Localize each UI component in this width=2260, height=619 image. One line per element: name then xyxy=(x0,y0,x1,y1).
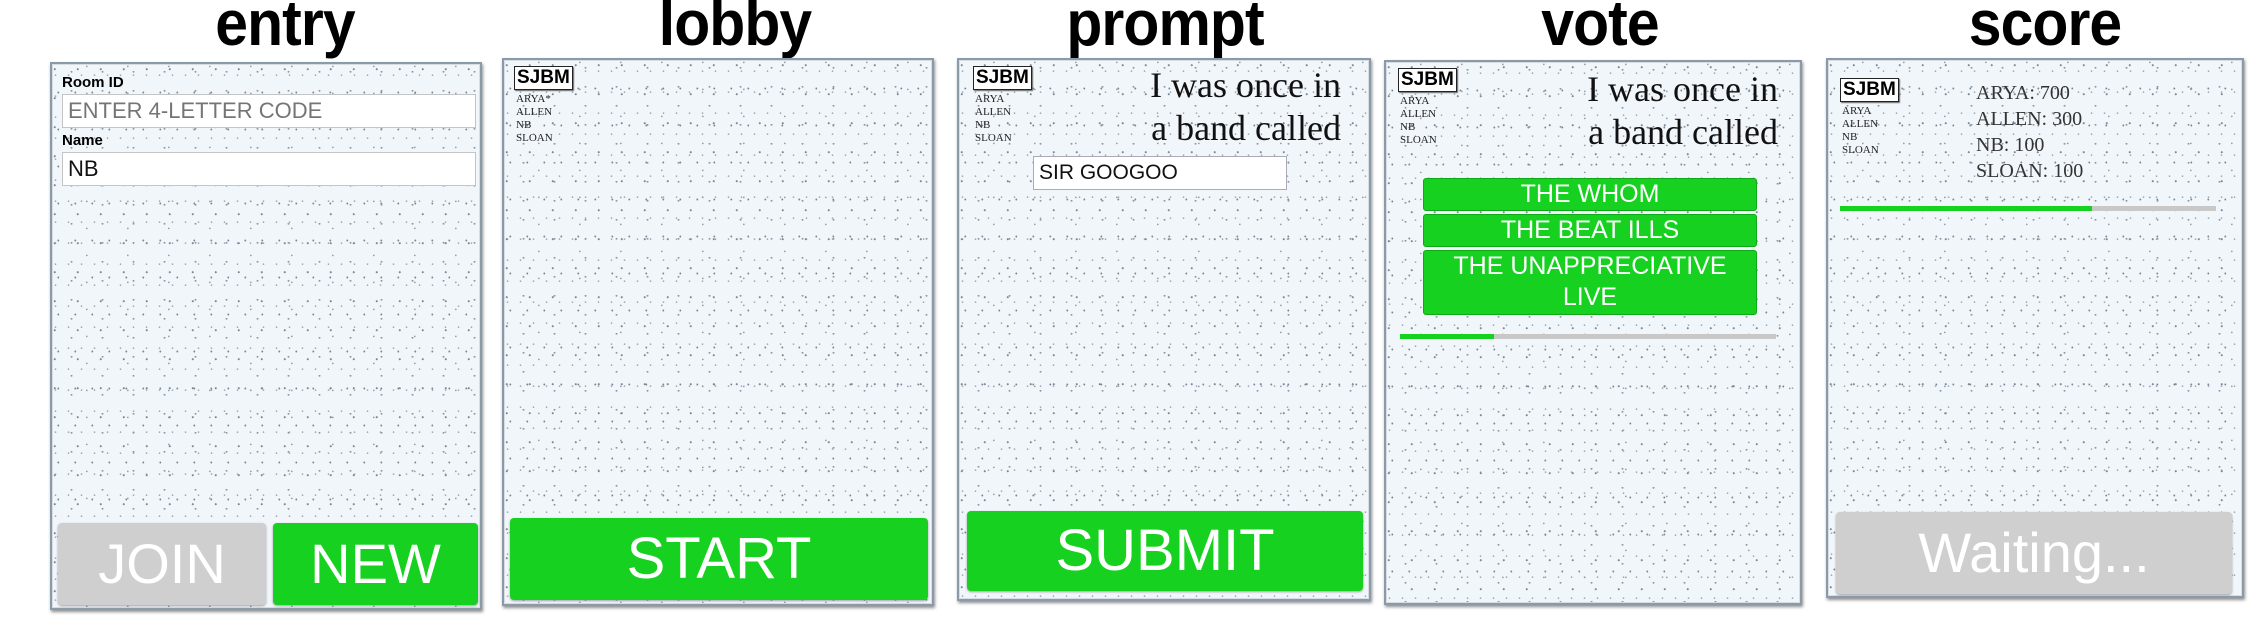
vote-timer-bar xyxy=(1400,334,1776,339)
prompt-screen: SJBM ARYA ALLEN NB SLOAN I was once in a… xyxy=(957,58,1371,601)
room-id-label: Room ID xyxy=(62,74,124,91)
vote-screen: SJBM ARYA ALLEN NB SLOAN I was once in a… xyxy=(1384,60,1802,605)
prompt-line: I was once in xyxy=(1150,65,1341,105)
score-screen: SJBM ARYA ALLEN NB SLOAN ARYA: 700 ALLEN… xyxy=(1826,58,2244,598)
player-name: ARYA* xyxy=(516,93,551,105)
start-button[interactable]: START xyxy=(510,518,928,600)
player-name: ALLEN xyxy=(1842,118,1879,130)
score-entry: ALLEN: 300 xyxy=(1976,108,2083,130)
player-name: SLOAN xyxy=(975,132,1012,144)
room-code-badge: SJBM xyxy=(973,66,1032,90)
player-name: NB xyxy=(516,119,532,131)
score-entry: SLOAN: 100 xyxy=(1976,160,2084,182)
entry-title: entry xyxy=(215,0,355,59)
prompt-title: prompt xyxy=(1066,0,1264,59)
vote-timer-fill xyxy=(1400,334,1494,339)
vote-option[interactable]: THE WHOM xyxy=(1423,178,1757,211)
submit-button[interactable]: SUBMIT xyxy=(967,511,1363,591)
player-name: ALLEN xyxy=(975,106,1012,118)
vote-option-line: LIVE xyxy=(1562,283,1618,311)
player-name: NB xyxy=(1842,131,1858,143)
score-entry: NB: 100 xyxy=(1976,134,2045,156)
score-title: score xyxy=(1968,0,2122,59)
score-timer-fill xyxy=(1840,206,2092,211)
player-name: NB xyxy=(1400,121,1416,133)
player-list: ARYA ALLEN NB SLOAN xyxy=(1400,95,1437,147)
vote-option[interactable]: THE BEAT ILLS xyxy=(1423,214,1757,247)
player-list: ARYA ALLEN NB SLOAN xyxy=(1842,105,1879,157)
vote-option[interactable]: THE UNAPPRECIATIVE LIVE xyxy=(1423,250,1757,315)
player-name: SLOAN xyxy=(1842,144,1879,156)
lobby-title: lobby xyxy=(658,0,812,59)
player-name: ARYA xyxy=(1842,105,1872,117)
player-name: ALLEN xyxy=(516,106,553,118)
room-code-badge: SJBM xyxy=(1398,68,1457,92)
waiting-button: Waiting... xyxy=(1836,512,2232,594)
prompt-question: I was once in a band called xyxy=(1587,68,1778,154)
player-name: ALLEN xyxy=(1400,108,1437,120)
name-label: Name xyxy=(62,132,103,149)
prompt-question: I was once in a band called xyxy=(1150,64,1341,150)
score-list: ARYA: 700 ALLEN: 300 NB: 100 SLOAN: 100 xyxy=(1976,80,2083,184)
room-id-input[interactable] xyxy=(62,94,476,128)
player-name: SLOAN xyxy=(516,132,553,144)
room-code-badge: SJBM xyxy=(514,66,573,90)
player-name: ARYA xyxy=(1400,95,1430,107)
score-entry: ARYA: 700 xyxy=(1976,82,2070,104)
player-list: ARYA* ALLEN NB SLOAN xyxy=(516,93,553,145)
prompt-line: I was once in xyxy=(1587,69,1778,109)
prompt-line: a band called xyxy=(1588,112,1778,152)
answer-input[interactable]: SIR GOOGOO xyxy=(1033,156,1287,190)
player-name: SLOAN xyxy=(1400,134,1437,146)
vote-option-line: THE UNAPPRECIATIVE xyxy=(1453,252,1727,280)
entry-screen: Room ID Name NB JOIN NEW xyxy=(50,62,482,610)
name-input[interactable]: NB xyxy=(62,152,476,186)
player-name: NB xyxy=(975,119,991,131)
room-code-badge: SJBM xyxy=(1840,78,1899,102)
player-list: ARYA ALLEN NB SLOAN xyxy=(975,93,1012,145)
lobby-screen: SJBM ARYA* ALLEN NB SLOAN START xyxy=(502,58,934,606)
prompt-line: a band called xyxy=(1151,108,1341,148)
vote-title: vote xyxy=(1541,0,1659,59)
score-timer-bar xyxy=(1840,206,2216,211)
new-button[interactable]: NEW xyxy=(273,523,478,605)
player-name: ARYA xyxy=(975,93,1005,105)
join-button[interactable]: JOIN xyxy=(58,523,266,605)
